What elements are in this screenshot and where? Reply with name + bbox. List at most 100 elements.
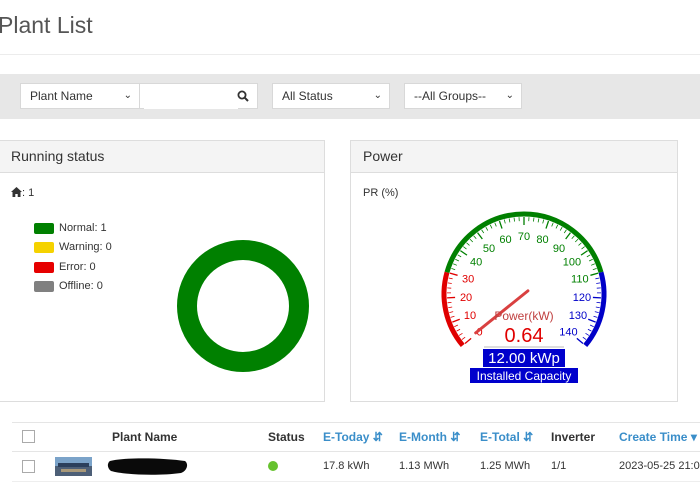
gauge-tick bbox=[563, 229, 567, 234]
gauge-tick bbox=[508, 218, 511, 223]
cell-e-total: 1.25 MWh bbox=[480, 460, 531, 472]
select-all-checkbox[interactable] bbox=[22, 430, 35, 443]
col-e-today-label: E-Today bbox=[323, 430, 370, 444]
col-inverter: Inverter bbox=[551, 430, 596, 444]
gauge-tick-label: 80 bbox=[536, 234, 548, 246]
gauge-tick-label: 120 bbox=[573, 292, 591, 304]
sort-icon: ⇵ bbox=[372, 430, 383, 444]
gauge-tick bbox=[449, 272, 458, 276]
gauge-tick-label: 100 bbox=[563, 256, 581, 268]
status-dot bbox=[268, 461, 278, 471]
col-e-total-label: E-Total bbox=[480, 430, 520, 444]
chevron-down-icon: ⌄ bbox=[123, 90, 132, 101]
gauge-tick bbox=[449, 311, 454, 314]
cell-inverter: 1/1 bbox=[551, 460, 567, 472]
status-select[interactable]: All Status ⌄ bbox=[272, 83, 390, 109]
col-create-time[interactable]: Create Time ▾ bbox=[619, 430, 697, 444]
gauge-tick bbox=[503, 219, 506, 224]
sort-desc-icon: ▾ bbox=[690, 430, 697, 444]
gauge-tick bbox=[463, 246, 467, 250]
gauge-tick bbox=[485, 226, 489, 231]
gauge-tick bbox=[594, 311, 599, 314]
gauge-tick bbox=[448, 306, 453, 309]
capacity-label: Installed Capacity bbox=[477, 369, 572, 383]
gauge-power-value: 0.64 bbox=[505, 325, 544, 347]
plant-thumbnail[interactable] bbox=[55, 457, 92, 476]
gauge-tick bbox=[494, 222, 497, 227]
status-select-value: All Status bbox=[282, 89, 333, 103]
home-icon bbox=[11, 187, 22, 197]
donut-segment-normal[interactable] bbox=[177, 240, 309, 372]
power-title: Power bbox=[351, 141, 677, 173]
col-plant-name: Plant Name bbox=[112, 430, 178, 444]
gauge-tick bbox=[460, 250, 468, 256]
gauge-tick bbox=[466, 242, 470, 246]
gauge-tick bbox=[586, 254, 591, 258]
legend-warning[interactable]: Warning: 0 bbox=[34, 241, 112, 253]
col-status: Status bbox=[268, 430, 305, 444]
search-input[interactable] bbox=[144, 85, 238, 109]
field-select[interactable]: Plant Name ⌄ bbox=[20, 83, 140, 109]
gauge-tick bbox=[565, 232, 572, 240]
gauge-tick bbox=[559, 226, 563, 231]
gauge-tick-label: 50 bbox=[483, 243, 495, 255]
gauge-tick bbox=[455, 258, 460, 262]
search-box bbox=[140, 83, 258, 109]
plant-name-redacted[interactable] bbox=[107, 455, 189, 477]
gauge-tick bbox=[457, 254, 462, 258]
legend-label: Error: 0 bbox=[59, 261, 96, 273]
legend-swatch bbox=[34, 261, 54, 273]
legend-label: Offline: 0 bbox=[59, 280, 103, 292]
gauge-tick bbox=[593, 315, 598, 318]
group-select[interactable]: --All Groups-- ⌄ bbox=[404, 83, 522, 109]
gauge-tick bbox=[464, 337, 472, 344]
gauge-tick bbox=[448, 277, 453, 280]
gauge-tick bbox=[585, 332, 590, 336]
page-title: Plant List bbox=[0, 12, 93, 38]
gauge-tick bbox=[469, 238, 474, 243]
gauge-tick bbox=[596, 282, 601, 284]
legend-label: Warning: 0 bbox=[59, 241, 112, 253]
gauge-tick-label: 130 bbox=[569, 310, 587, 322]
gauge-tick bbox=[589, 324, 594, 328]
gauge-tick bbox=[476, 232, 483, 240]
plant-count-value: 1 bbox=[28, 187, 35, 199]
gauge-tick bbox=[590, 263, 595, 266]
gauge-tick bbox=[454, 324, 459, 328]
gauge-tick bbox=[533, 217, 535, 222]
power-panel: Power PR (%) 0 10 20 30 40 50 60 70 80 90 100 110 12… bbox=[350, 140, 678, 402]
legend-normal[interactable]: Normal: 1 bbox=[34, 222, 107, 234]
gauge-tick bbox=[498, 220, 503, 229]
gauge-tick bbox=[450, 315, 455, 318]
gauge-tick bbox=[473, 235, 477, 240]
legend-error[interactable]: Error: 0 bbox=[34, 261, 96, 273]
legend-swatch bbox=[34, 222, 54, 234]
col-e-today[interactable]: E-Today ⇵ bbox=[323, 430, 383, 444]
running-status-panel: Running status : 1 Normal: 1 Warning: 0 … bbox=[0, 140, 325, 402]
gauge-tick bbox=[595, 277, 600, 280]
legend-offline[interactable]: Offline: 0 bbox=[34, 280, 103, 292]
gauge-tick bbox=[588, 258, 593, 262]
search-icon[interactable] bbox=[237, 90, 249, 102]
gauge-tick bbox=[590, 272, 599, 276]
power-gauge: 0102030405060 70 8090100110120130140Power(… bbox=[441, 211, 607, 383]
gauge-tick bbox=[587, 318, 596, 323]
chevron-down-icon: ⌄ bbox=[373, 90, 382, 101]
gauge-tick-label: 40 bbox=[470, 256, 482, 268]
row-checkbox[interactable] bbox=[22, 460, 35, 473]
gauge-tick bbox=[571, 235, 575, 240]
cell-e-today: 17.8 kWh bbox=[323, 460, 370, 472]
col-e-total[interactable]: E-Total ⇵ bbox=[480, 430, 533, 444]
col-e-month[interactable]: E-Month ⇵ bbox=[399, 430, 460, 444]
table-row[interactable]: 17.8 kWh 1.13 MWh 1.25 MWh 1/1 2023-05-2… bbox=[12, 451, 700, 482]
gauge-tick bbox=[574, 238, 579, 243]
sort-icon: ⇵ bbox=[523, 430, 534, 444]
gauge-tick bbox=[489, 224, 493, 229]
gauge-tick bbox=[537, 218, 540, 223]
gauge-tick bbox=[595, 306, 600, 309]
field-select-value: Plant Name bbox=[30, 89, 93, 103]
gauge-tick bbox=[453, 263, 458, 266]
gauge-tick bbox=[555, 224, 559, 229]
gauge-tick bbox=[545, 220, 550, 229]
running-status-title: Running status bbox=[0, 141, 324, 173]
